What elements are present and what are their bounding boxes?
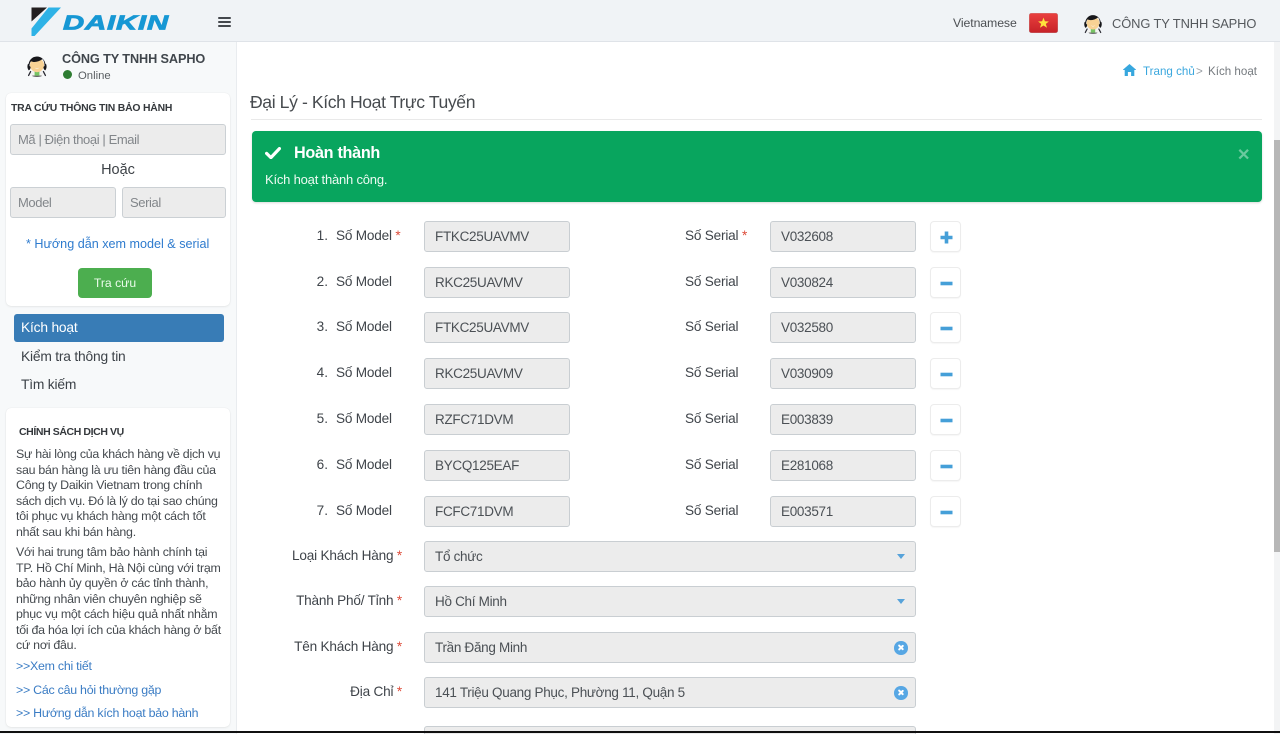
svg-text:DAIKIN: DAIKIN (63, 11, 169, 34)
